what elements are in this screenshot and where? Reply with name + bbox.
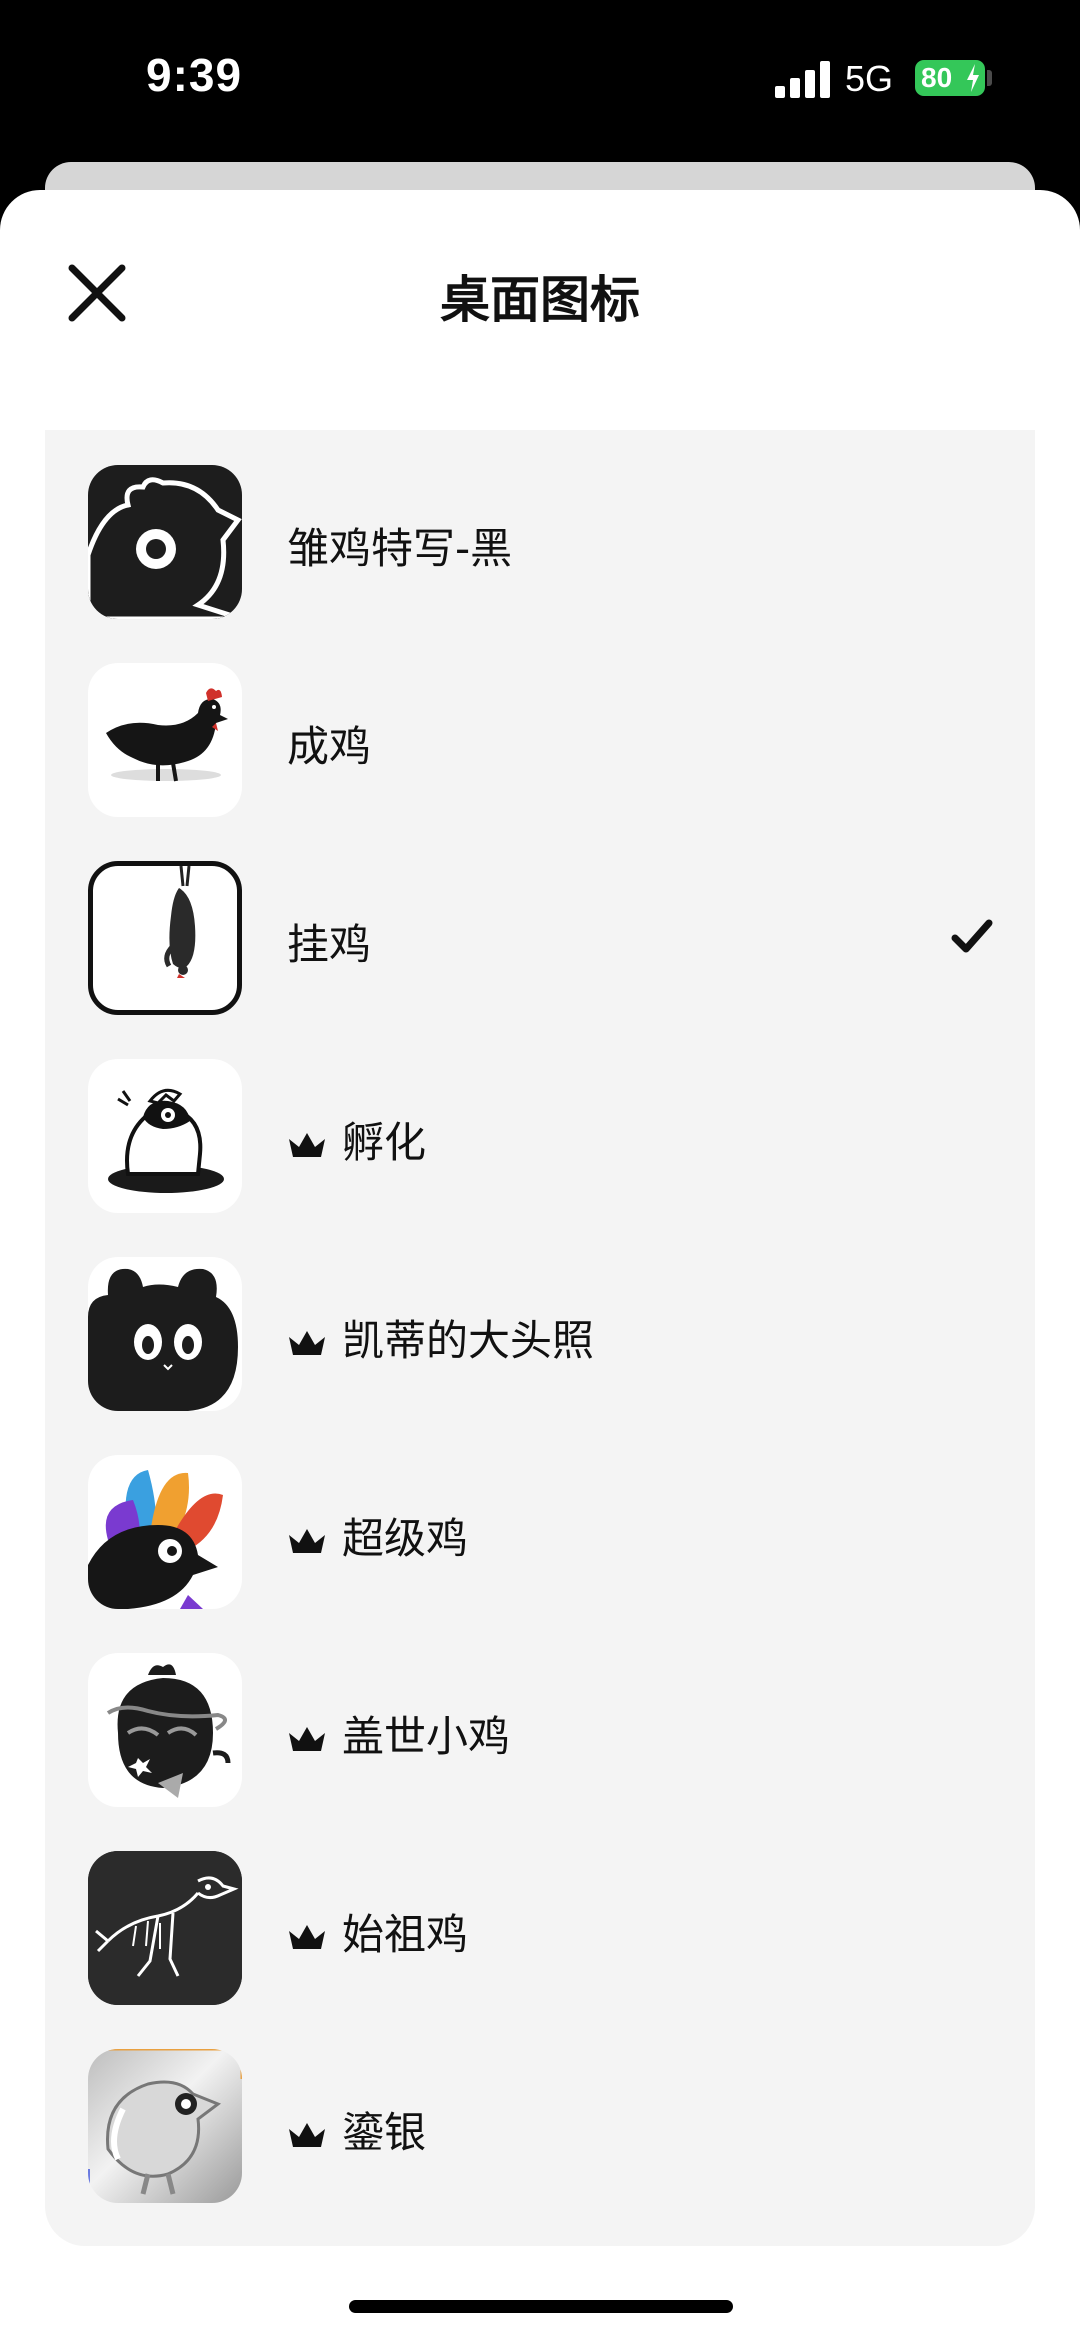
adult-chicken-icon	[88, 663, 242, 817]
icon-option-label: 雏鸡特写-黑	[287, 524, 513, 573]
icon-option-label: 挂鸡	[287, 920, 372, 969]
icon-option-label: 盖世小鸡	[342, 1712, 511, 1761]
katie-headshot-icon	[88, 1257, 242, 1411]
peerless-chick-icon	[88, 1653, 242, 1807]
gilded-silver-icon	[88, 2049, 242, 2203]
cellular-signal-icon	[775, 60, 831, 98]
premium-crown-icon	[289, 1727, 325, 1751]
premium-crown-icon	[289, 1529, 325, 1553]
icon-option-hatching[interactable]: 孵化	[45, 1024, 1035, 1222]
premium-crown-icon	[289, 1925, 325, 1949]
battery-icon: 80	[915, 60, 985, 96]
premium-crown-icon	[289, 2123, 325, 2147]
hatching-icon	[88, 1059, 242, 1213]
hanging-chicken-icon	[88, 861, 242, 1015]
icon-option-label: 超级鸡	[342, 1514, 469, 1563]
icon-option-peerless-chick[interactable]: 盖世小鸡	[45, 1618, 1035, 1816]
status-bar: 9:39 5G 80	[0, 0, 1080, 160]
icon-option-ancestor-chicken[interactable]: 始祖鸡	[45, 1816, 1035, 2014]
premium-crown-icon	[289, 1331, 325, 1355]
network-type: 5G	[845, 58, 894, 99]
sheet-title: 桌面图标	[440, 271, 640, 329]
battery-nub	[987, 70, 992, 86]
icon-option-label: 孵化	[342, 1118, 427, 1167]
status-time: 9:39	[146, 49, 243, 101]
icon-option-label: 鎏银	[342, 2108, 427, 2157]
chick-closeup-black-icon	[88, 465, 242, 619]
icon-option-adult-chicken[interactable]: 成鸡	[45, 628, 1035, 826]
icon-list: 雏鸡特写-黑 成鸡 挂鸡 孵化 凯蒂的大头照 超级鸡 盖世小鸡 始祖鸡 鎏银	[45, 430, 1035, 2246]
ancestor-chicken-icon	[88, 1851, 242, 2005]
icon-option-gilded-silver[interactable]: 鎏银	[45, 2014, 1035, 2212]
icon-option-label: 成鸡	[287, 722, 372, 771]
super-chicken-icon	[88, 1455, 242, 1609]
icon-option-super-chicken[interactable]: 超级鸡	[45, 1420, 1035, 1618]
home-indicator[interactable]	[349, 2300, 733, 2313]
battery-level: 80	[921, 62, 953, 93]
icon-option-label: 凯蒂的大头照	[342, 1316, 595, 1365]
icon-option-hanging-chicken[interactable]: 挂鸡	[45, 826, 1035, 1024]
icon-option-label: 始祖鸡	[342, 1910, 469, 1959]
charging-bolt-icon	[967, 64, 979, 92]
checkmark-icon	[951, 919, 993, 953]
premium-crown-icon	[289, 1133, 325, 1157]
icon-option-katie-headshot[interactable]: 凯蒂的大头照	[45, 1222, 1035, 1420]
icon-option-chick-closeup-black[interactable]: 雏鸡特写-黑	[45, 430, 1035, 628]
